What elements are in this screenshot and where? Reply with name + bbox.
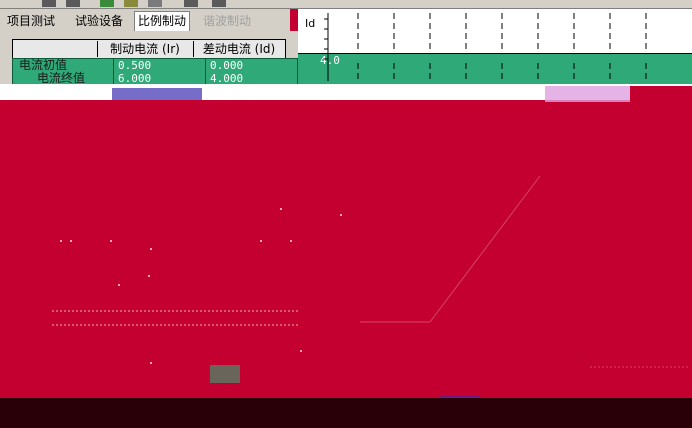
tab-test-equipment[interactable]: 试验设备 [72,12,126,31]
grid-cell-id[interactable]: 0.000 [205,59,298,72]
toolbar-icon-5[interactable] [148,0,162,7]
tab-ratio-braking[interactable]: 比例制动 [134,11,191,31]
tab-harmonic-braking[interactable]: 谐波制动 [200,12,254,31]
status-strip [0,84,692,104]
toolbar-icon-2[interactable] [66,0,80,7]
bottom-status-band [0,398,692,428]
grid-cell-ir[interactable]: 0.500 [113,59,206,72]
toolbar [0,0,692,9]
grid-header-blank [15,41,95,57]
grid-header-ir: 制动电流 (Ir) [97,41,192,57]
grid-header: 制动电流 (Ir) 差动电流 (Id) [12,39,286,59]
toolbar-icon-1[interactable] [42,0,56,7]
toolbar-icon-3[interactable] [100,0,114,7]
toolbar-icon-6[interactable] [184,0,198,7]
tab-bar: 项目测试 试验设备 比例制动 谐波制动 [0,9,290,31]
toolbar-icon-4[interactable] [124,0,138,7]
chart-gridlines [324,13,647,81]
toolbar-icon-7[interactable] [212,0,226,7]
tab-project-test[interactable]: 项目测试 [4,12,58,31]
grid-header-id: 差动电流 (Id) [193,41,284,57]
